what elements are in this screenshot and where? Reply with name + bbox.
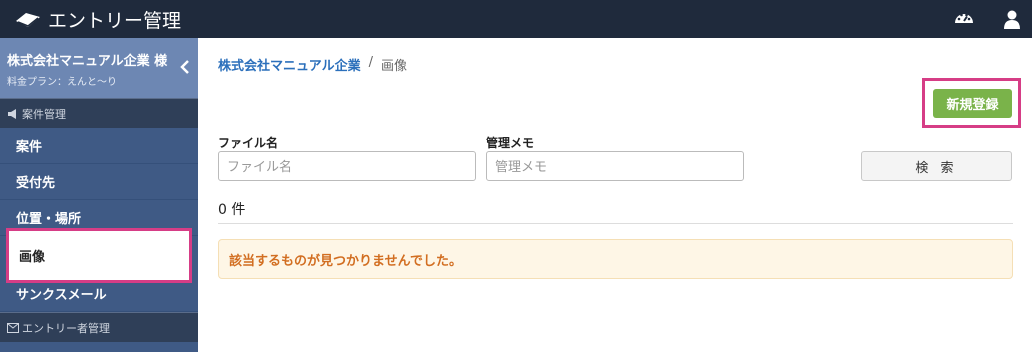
search-button[interactable]: 検 索 bbox=[861, 151, 1012, 181]
file-name-input[interactable] bbox=[218, 151, 476, 181]
account-panel: 株式会社マニュアル企業 様 料金プラン：えんと〜り bbox=[0, 38, 198, 98]
app-title: エントリー管理 bbox=[48, 9, 182, 32]
file-name-label: ファイル名 bbox=[218, 136, 279, 150]
top-bar: エントリー管理 bbox=[0, 0, 1032, 38]
new-register-button[interactable]: 新規登録 bbox=[933, 89, 1012, 118]
chevron-left-icon[interactable] bbox=[178, 58, 192, 76]
account-plan: 料金プラン：えんと〜り bbox=[7, 77, 117, 88]
sidebar-item-label: 案件 bbox=[16, 140, 43, 155]
user-icon[interactable] bbox=[1001, 8, 1023, 30]
sidebar-item-label: サンクスメール bbox=[16, 288, 107, 303]
section-label: 案件管理 bbox=[22, 107, 66, 121]
app-brand[interactable]: エントリー管理 bbox=[14, 0, 181, 38]
sidebar: 株式会社マニュアル企業 様 料金プラン：えんと〜り 案件管理 案件 受付先 位置… bbox=[0, 38, 198, 352]
sidebar-item-cases[interactable]: 案件 bbox=[0, 128, 198, 164]
section-case-management: 案件管理 bbox=[0, 98, 198, 128]
speedometer-icon[interactable] bbox=[953, 8, 975, 30]
sidebar-item-label: 位置・場所 bbox=[16, 212, 82, 227]
sidebar-item-receivers[interactable]: 受付先 bbox=[0, 164, 198, 200]
megaphone-icon bbox=[8, 108, 16, 119]
section-entrant-management: エントリー者管理 bbox=[0, 312, 198, 342]
sidebar-item-images[interactable]: 画像 bbox=[6, 228, 192, 283]
no-results-alert: 該当するものが見つかりませんでした。 bbox=[218, 239, 1013, 279]
result-count: 0 件 bbox=[218, 202, 246, 218]
memo-label: 管理メモ bbox=[486, 136, 535, 150]
mail-icon bbox=[7, 322, 19, 333]
divider bbox=[218, 223, 1013, 224]
sidebar-item-label: 画像 bbox=[19, 250, 46, 265]
section-label: エントリー者管理 bbox=[22, 321, 110, 335]
sidebar-item-label: 受付先 bbox=[16, 176, 56, 191]
app-logo-icon bbox=[16, 13, 40, 27]
breadcrumb-company-link[interactable]: 株式会社マニュアル企業 bbox=[218, 55, 361, 74]
breadcrumb-current: 画像 bbox=[381, 59, 408, 74]
memo-input[interactable] bbox=[486, 151, 744, 181]
breadcrumb: 株式会社マニュアル企業 / 画像 bbox=[218, 55, 407, 74]
breadcrumb-separator: / bbox=[368, 55, 374, 70]
account-name: 株式会社マニュアル企業 様 bbox=[7, 54, 168, 69]
no-results-message: 該当するものが見つかりませんでした。 bbox=[229, 253, 462, 269]
new-button-highlight: 新規登録 bbox=[922, 78, 1021, 128]
